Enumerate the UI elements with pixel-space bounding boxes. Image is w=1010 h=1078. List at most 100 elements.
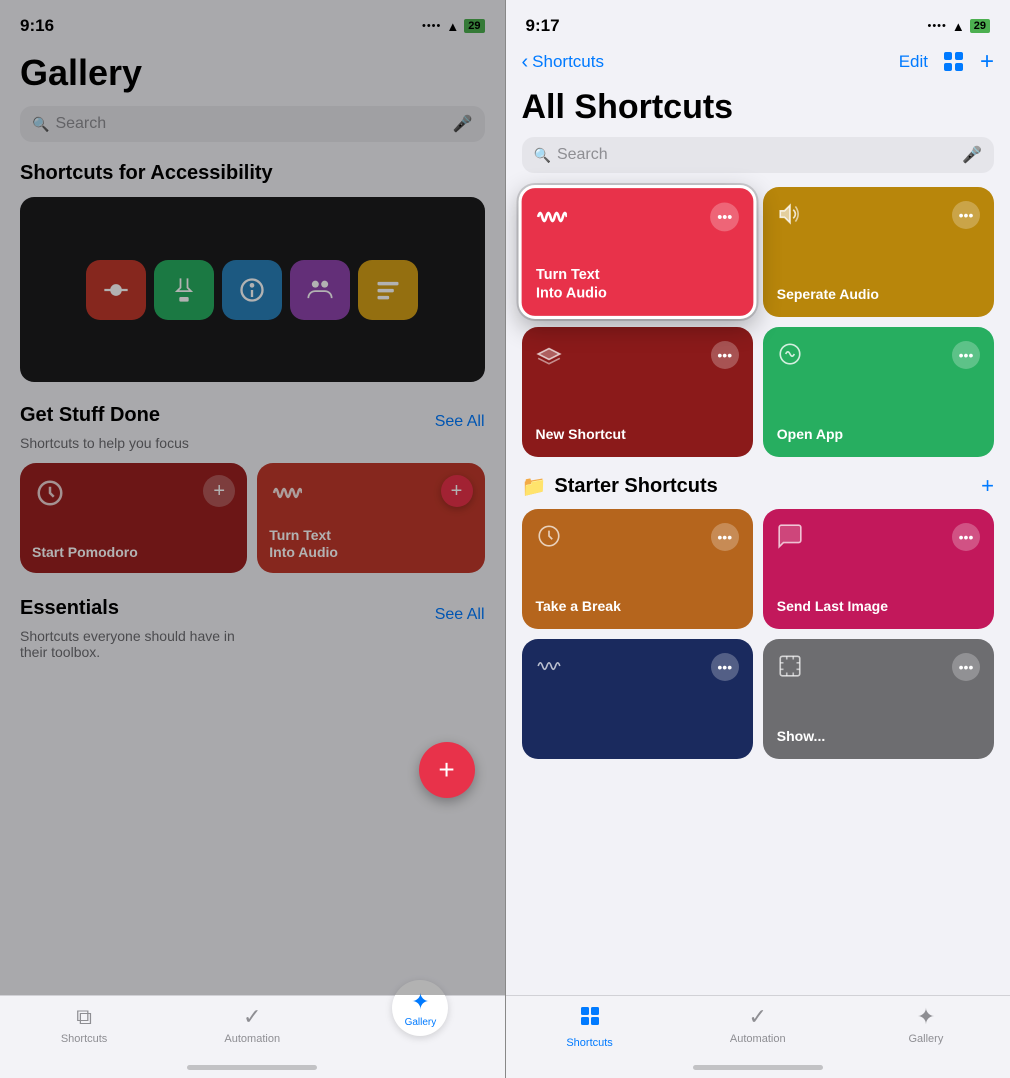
- rc4-top: •••: [777, 341, 980, 373]
- shortcuts-nav-icon: ⧉: [76, 1004, 92, 1030]
- card-top-2: +: [269, 475, 472, 511]
- rc2-title: Seperate Audio: [777, 285, 980, 303]
- gray-card[interactable]: ••• Show...: [763, 639, 994, 759]
- right-shortcuts-nav-icon: [578, 1004, 602, 1034]
- right-nav-automation[interactable]: ✓ Automation: [674, 1004, 842, 1045]
- left-content: Gallery 🔍 Search 🎤 Shortcuts for Accessi…: [0, 44, 505, 680]
- nav-gallery[interactable]: ✦ Gallery: [336, 1004, 504, 1036]
- new-shortcut-card[interactable]: ••• New Shortcut: [522, 327, 753, 457]
- rc1-top: •••: [536, 203, 739, 238]
- left-status-bar: 9:16 •••• ▲ 29: [0, 0, 505, 44]
- sc4-title: Show...: [777, 727, 980, 745]
- sc4-screenshot-icon: [777, 653, 803, 685]
- starter-grid: ••• Take a Break ••• Send Last Image: [506, 509, 1010, 759]
- left-battery-icon: 29: [464, 19, 484, 33]
- nav-shortcuts[interactable]: ⧉ Shortcuts: [0, 1004, 168, 1045]
- open-app-card[interactable]: ••• Open App: [763, 327, 994, 457]
- search-input[interactable]: Search: [55, 115, 446, 133]
- edit-button[interactable]: Edit: [899, 52, 928, 72]
- pomodoro-title: Start Pomodoro: [32, 544, 235, 561]
- grid-dot-3: [944, 63, 952, 71]
- start-pomodoro-card[interactable]: + Start Pomodoro: [20, 463, 247, 573]
- send-last-image-card[interactable]: ••• Send Last Image: [763, 509, 994, 629]
- left-home-indicator: [187, 1065, 317, 1070]
- right-search-input[interactable]: Search: [557, 146, 956, 164]
- sc1-top: •••: [536, 523, 739, 555]
- card-top-1: +: [32, 475, 235, 511]
- right-shortcuts-nav-label: Shortcuts: [566, 1037, 612, 1049]
- sc1-more-button[interactable]: •••: [711, 523, 739, 551]
- sc1-clock-icon: [536, 523, 562, 555]
- right-nav-gallery[interactable]: ✦ Gallery: [842, 1004, 1010, 1045]
- gallery-title: Gallery: [20, 52, 485, 94]
- rc2-top: •••: [777, 201, 980, 233]
- automation-nav-label: Automation: [224, 1033, 280, 1045]
- banner-icon-3: [222, 260, 282, 320]
- starter-title: Starter Shortcuts: [554, 475, 717, 498]
- audio-add-btn[interactable]: +: [441, 475, 473, 507]
- turn-text-audio-card[interactable]: ••• Turn TextInto Audio: [518, 185, 756, 319]
- left-search-bar[interactable]: 🔍 Search 🎤: [20, 106, 485, 142]
- rc4-app-icon: [777, 341, 803, 373]
- separate-audio-card[interactable]: ••• Seperate Audio: [763, 187, 994, 317]
- take-break-card[interactable]: ••• Take a Break: [522, 509, 753, 629]
- grid-dot-4: [955, 63, 963, 71]
- rc2-speaker-icon: [777, 201, 803, 233]
- floating-add-button[interactable]: +: [419, 742, 475, 798]
- shortcuts-grid: + Start Pomodoro + Turn TextInto Audio: [20, 463, 485, 573]
- right-nav-bar: ‹ Shortcuts Edit +: [506, 44, 1010, 84]
- folder-icon: 📁: [522, 474, 547, 499]
- rc3-title: New Shortcut: [536, 425, 739, 443]
- back-button[interactable]: ‹ Shortcuts: [522, 51, 604, 74]
- right-nav-shortcuts[interactable]: Shortcuts: [506, 1004, 674, 1049]
- essentials-subtitle: Shortcuts everyone should have intheir t…: [20, 628, 485, 660]
- sc1-title: Take a Break: [536, 597, 739, 615]
- sc2-top: •••: [777, 523, 980, 555]
- sc3-more-button[interactable]: •••: [711, 653, 739, 681]
- banner-icon-4: [290, 260, 350, 320]
- nav-automation[interactable]: ✓ Automation: [168, 1004, 336, 1045]
- left-status-icons: •••• ▲ 29: [422, 19, 485, 34]
- automation-nav-icon: ✓: [243, 1004, 261, 1030]
- right-search-bar[interactable]: 🔍 Search 🎤: [522, 137, 995, 173]
- see-all-2[interactable]: See All: [435, 606, 485, 624]
- pomodoro-add-btn[interactable]: +: [203, 475, 235, 507]
- shortcuts-nav-label: Shortcuts: [61, 1033, 107, 1045]
- essentials-section: Essentials See All Shortcuts everyone sh…: [20, 597, 485, 660]
- pomodoro-icon: [32, 475, 68, 511]
- sc4-more-button[interactable]: •••: [952, 653, 980, 681]
- add-shortcut-button[interactable]: +: [980, 48, 994, 76]
- right-signal-icon: ••••: [927, 20, 946, 32]
- rc2-more-button[interactable]: •••: [952, 201, 980, 229]
- right-gallery-nav-icon: ✦: [917, 1004, 935, 1030]
- back-label: Shortcuts: [532, 52, 604, 72]
- rc3-more-button[interactable]: •••: [711, 341, 739, 369]
- sc2-more-button[interactable]: •••: [952, 523, 980, 551]
- starter-section-header: 📁 Starter Shortcuts +: [506, 473, 1010, 499]
- right-gallery-nav-label: Gallery: [909, 1033, 944, 1045]
- rc1-wave-icon: [536, 203, 567, 238]
- left-time: 9:16: [20, 16, 54, 36]
- show-card[interactable]: •••: [522, 639, 753, 759]
- accessibility-banner[interactable]: [20, 197, 485, 382]
- accessibility-section-title: Shortcuts for Accessibility: [20, 162, 485, 185]
- right-search-icon: 🔍: [534, 147, 551, 164]
- rc4-more-button[interactable]: •••: [952, 341, 980, 369]
- right-mic-icon[interactable]: 🎤: [962, 145, 982, 165]
- turn-text-audio-card-left[interactable]: + Turn TextInto Audio: [257, 463, 484, 573]
- right-automation-nav-icon: ✓: [749, 1004, 767, 1030]
- starter-add-button[interactable]: +: [981, 473, 994, 499]
- right-panel: 9:17 •••• ▲ 29 ‹ Shortcuts Edit + All Sh…: [506, 0, 1010, 1078]
- mic-icon[interactable]: 🎤: [453, 114, 473, 134]
- grid-view-button[interactable]: [944, 52, 964, 72]
- banner-icons: [86, 260, 418, 320]
- right-shortcuts-grid: ••• Turn TextInto Audio ••• Seperate Aud…: [506, 187, 1010, 457]
- see-all-1[interactable]: See All: [435, 413, 485, 431]
- search-icon: 🔍: [32, 116, 49, 133]
- all-shortcuts-title: All Shortcuts: [506, 84, 1010, 137]
- rc3-layers-icon: [536, 341, 562, 373]
- get-stuff-subtitle: Shortcuts to help you focus: [20, 435, 485, 451]
- banner-icon-1: [86, 260, 146, 320]
- rc1-more-button[interactable]: •••: [710, 203, 739, 232]
- nav-bar-actions: Edit +: [899, 48, 994, 76]
